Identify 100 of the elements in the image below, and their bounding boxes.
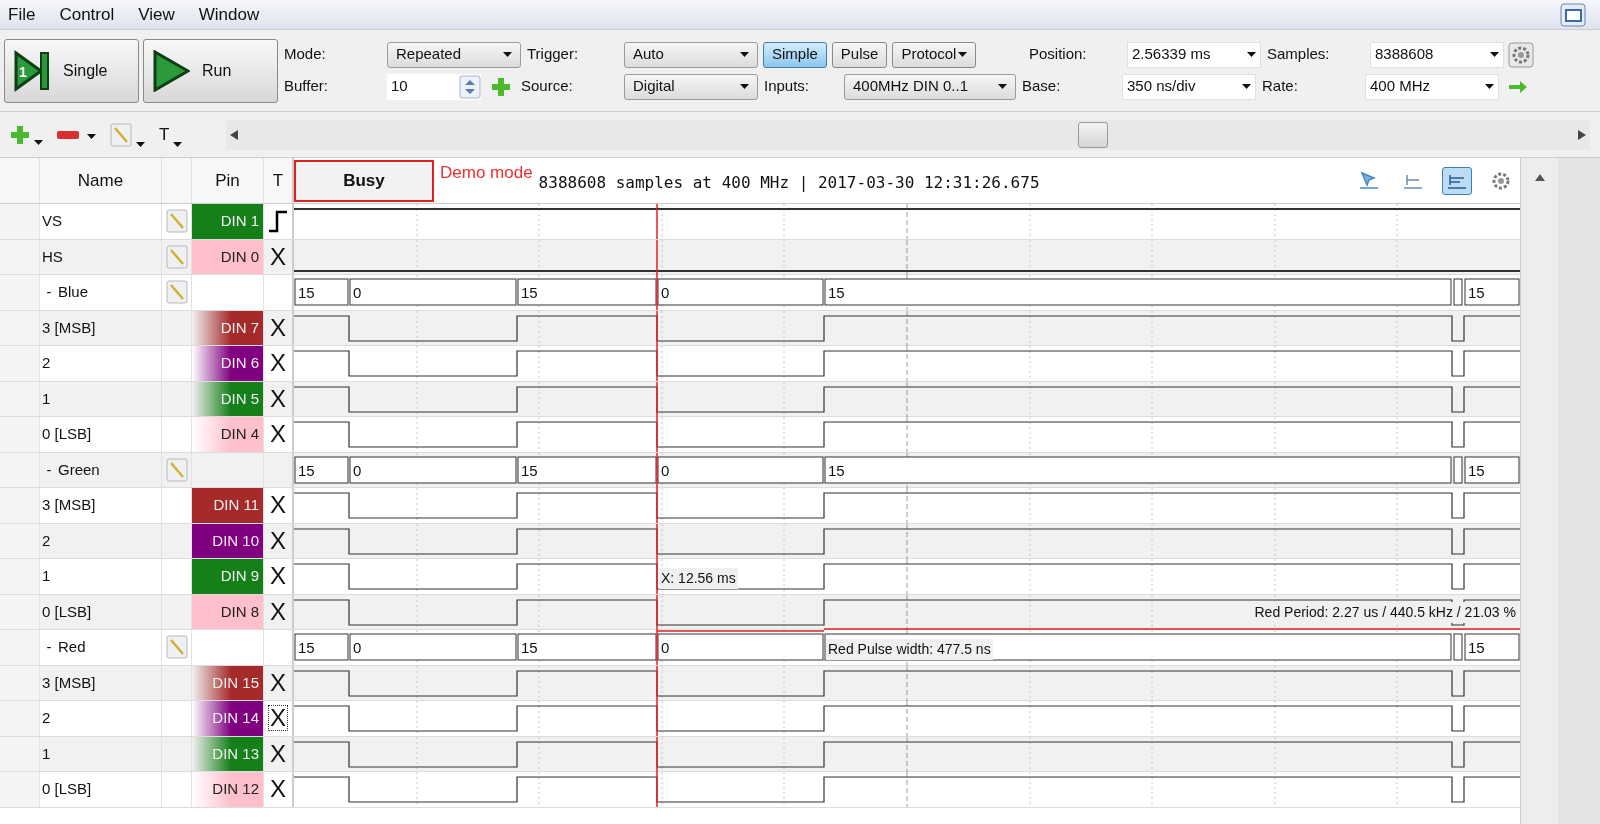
field-label: Trigger: bbox=[526, 44, 580, 65]
bus-value: 15 bbox=[298, 284, 315, 301]
rising-edge-icon[interactable] bbox=[268, 209, 288, 234]
edit-icon[interactable] bbox=[165, 209, 188, 234]
row-header[interactable] bbox=[0, 204, 40, 239]
trigger-toggle[interactable]: X bbox=[268, 350, 288, 377]
remove-signal-menu[interactable] bbox=[57, 130, 96, 139]
horizontal-scrollbar[interactable] bbox=[226, 119, 1590, 150]
edit-icon[interactable] bbox=[165, 280, 188, 305]
run-button[interactable]: Run bbox=[143, 38, 278, 103]
field-label: Base: bbox=[1021, 76, 1062, 97]
edit-icon[interactable] bbox=[165, 457, 188, 482]
expander-toggle[interactable]: - bbox=[40, 458, 58, 481]
bus-value: 0 bbox=[353, 284, 362, 301]
trigger-toggle[interactable]: X bbox=[268, 776, 288, 803]
row-header[interactable] bbox=[0, 488, 40, 523]
column-header[interactable]: Pin bbox=[215, 167, 240, 194]
trigger-toggle[interactable]: X bbox=[268, 669, 288, 696]
scroll-up-icon[interactable] bbox=[1534, 174, 1545, 181]
samples-field[interactable]: 8388608 bbox=[1370, 41, 1504, 68]
caret-icon bbox=[1490, 52, 1499, 57]
signal-name: 2 bbox=[41, 353, 51, 373]
row-header[interactable] bbox=[0, 772, 40, 807]
settings-icon[interactable] bbox=[1508, 41, 1534, 68]
menu-item[interactable]: View bbox=[138, 1, 175, 28]
rate-field[interactable]: 400 MHz bbox=[1365, 73, 1499, 100]
single-button[interactable]: 1 Single bbox=[4, 38, 139, 103]
add-signal-menu[interactable] bbox=[10, 124, 43, 145]
trigger-toggle[interactable]: X bbox=[268, 563, 288, 590]
row-header[interactable] bbox=[0, 346, 40, 381]
measurement-label: Red Pulse width: 477.5 ns bbox=[826, 639, 993, 660]
field-label: Samples: bbox=[1266, 44, 1331, 65]
add-icon[interactable] bbox=[491, 76, 511, 97]
vertical-scrollbar[interactable] bbox=[1520, 158, 1558, 824]
bus-value: 15 bbox=[521, 639, 538, 656]
trigger-type-button[interactable]: Simple bbox=[763, 41, 827, 68]
base-field[interactable]: 350 ns/div bbox=[1122, 73, 1256, 100]
column-header[interactable]: T bbox=[272, 167, 284, 194]
caret-icon bbox=[503, 52, 512, 57]
trigger-toggle[interactable]: X bbox=[268, 314, 288, 341]
measurement-label: Red Period: 2.27 us / 440.5 kHz / 21.03 % bbox=[1252, 601, 1518, 623]
trigger-toggle[interactable]: X bbox=[268, 492, 288, 519]
caret-icon bbox=[740, 84, 749, 89]
signal-name: 1 bbox=[41, 566, 51, 586]
busy-button[interactable]: Busy bbox=[294, 159, 434, 202]
trigger-toggle[interactable]: X bbox=[268, 705, 288, 732]
caret-icon bbox=[1247, 52, 1256, 57]
mode-dropdown[interactable]: Repeated bbox=[387, 41, 521, 68]
group-name: Green bbox=[58, 459, 100, 480]
position-field[interactable]: 2.56339 ms bbox=[1127, 41, 1261, 68]
restore-window-icon[interactable] bbox=[1560, 2, 1586, 27]
trigger-toggle[interactable]: X bbox=[268, 740, 288, 767]
ruler-icon[interactable] bbox=[1442, 166, 1472, 195]
remove-icon bbox=[57, 130, 79, 139]
caret-icon bbox=[998, 84, 1007, 89]
expander-toggle[interactable]: - bbox=[40, 636, 58, 659]
trigger-toggle[interactable]: X bbox=[268, 243, 288, 270]
trigger-toggle[interactable]: X bbox=[268, 598, 288, 625]
row-header[interactable] bbox=[0, 275, 40, 310]
bus-value: 15 bbox=[828, 284, 845, 301]
row-header[interactable] bbox=[0, 630, 40, 665]
trigger-dropdown[interactable]: Auto bbox=[624, 41, 758, 68]
demo-mode-label: Demo mode bbox=[440, 162, 533, 184]
inputs-dropdown[interactable]: 400MHz DIN 0..1 bbox=[844, 73, 1016, 100]
arrow-right-icon[interactable] bbox=[1509, 80, 1527, 93]
trigger-toggle[interactable]: X bbox=[268, 421, 288, 448]
scroll-right-icon[interactable] bbox=[1578, 129, 1586, 140]
signal-name: 3 [MSB] bbox=[41, 317, 96, 338]
signal-name: 1 bbox=[41, 743, 51, 764]
group-name: Blue bbox=[58, 282, 89, 302]
scroll-thumb[interactable] bbox=[1078, 121, 1109, 148]
signal-name: 1 bbox=[41, 388, 51, 409]
expander-toggle[interactable]: - bbox=[40, 281, 58, 304]
bus-value: 15 bbox=[298, 461, 315, 479]
text-tool-menu[interactable]: T bbox=[159, 121, 183, 148]
edit-icon[interactable] bbox=[165, 635, 188, 660]
trigger-toggle[interactable]: X bbox=[268, 527, 288, 554]
source-dropdown[interactable]: Digital bbox=[624, 73, 758, 100]
caret-icon bbox=[1242, 84, 1251, 89]
edit-icon[interactable] bbox=[165, 244, 188, 269]
row-header[interactable] bbox=[0, 701, 40, 736]
column-header[interactable]: Name bbox=[77, 167, 124, 194]
signal-name: 3 [MSB] bbox=[41, 495, 96, 515]
pin-label: DIN 12 bbox=[192, 772, 263, 807]
trigger-toggle[interactable]: X bbox=[268, 385, 288, 412]
row-header[interactable] bbox=[0, 417, 40, 452]
menu-item[interactable]: Window bbox=[198, 1, 260, 28]
scroll-left-icon[interactable] bbox=[230, 129, 239, 140]
trigger-type-button[interactable]: Pulse bbox=[831, 41, 888, 68]
row-header[interactable] bbox=[0, 559, 40, 594]
menu-item[interactable]: File bbox=[8, 1, 36, 28]
pin-label: DIN 8 bbox=[192, 594, 263, 629]
edit-menu[interactable] bbox=[110, 122, 145, 147]
trigger-type-button[interactable]: Protocol bbox=[892, 41, 977, 68]
caret-icon bbox=[740, 52, 749, 57]
menu-item[interactable]: Control bbox=[59, 1, 115, 28]
pin-label: DIN 1 bbox=[192, 204, 263, 239]
bus-value: 0 bbox=[661, 461, 670, 479]
caret-icon bbox=[136, 141, 145, 147]
buffer-spinbox[interactable]: 10 bbox=[387, 73, 481, 100]
